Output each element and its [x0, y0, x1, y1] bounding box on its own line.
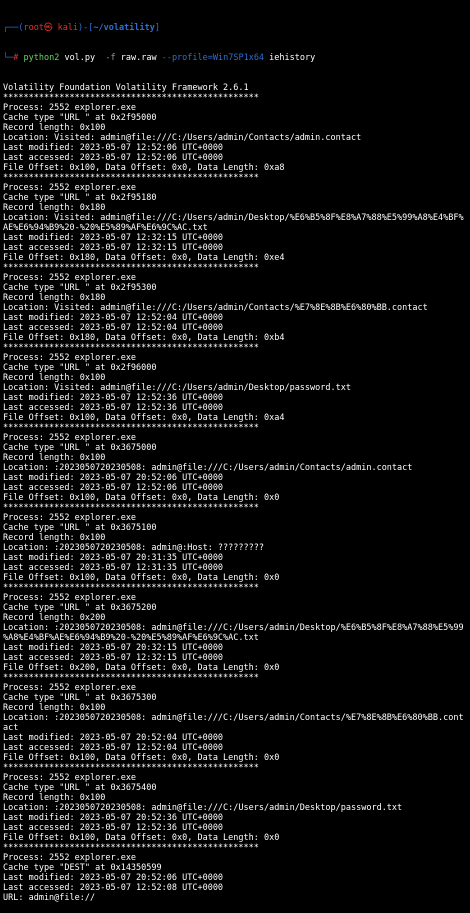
output-line: Cache type "URL " at 0x2f95300 [3, 283, 157, 293]
output-line: ****************************************… [3, 173, 259, 183]
prompt-separator: )-[ [78, 23, 94, 33]
output-line: Process: 2552 explorer.exe [3, 593, 137, 603]
output-line: Record length: 0x180 [3, 293, 106, 303]
output-line: Process: 2552 explorer.exe [3, 773, 137, 783]
output-line: %A8%E4%BF%AE%E6%94%B9%20-%20%E5%89%AF%E6… [3, 633, 259, 643]
output-line: Volatility Foundation Volatility Framewo… [3, 83, 249, 93]
prompt-frame-top: ┌──( [3, 23, 24, 33]
output-line: URL: admin@file:// [3, 893, 96, 903]
output-line: act [3, 723, 19, 733]
output-line: Cache type "URL " at 0x2f95180 [3, 193, 157, 203]
prompt-cwd: ~/volatility [93, 23, 155, 33]
output-line: ****************************************… [3, 583, 259, 593]
output-line: Location: Visited: admin@file:///C:/User… [3, 303, 428, 313]
output-line: Last accessed: 2023-05-07 12:31:35 UTC+0… [3, 563, 224, 573]
output-line: Location: Visited: admin@file:///C:/User… [3, 213, 464, 223]
output-line: Location: :2023050720230508: admin@file:… [3, 713, 464, 723]
output-line: Last accessed: 2023-05-07 12:52:36 UTC+0… [3, 403, 224, 413]
output-line: Last modified: 2023-05-07 12:52:06 UTC+0… [3, 143, 224, 153]
root-hash-symbol: # [13, 53, 19, 63]
output-line: Cache type "URL " at 0x3675100 [3, 523, 157, 533]
output-line: Process: 2552 explorer.exe [3, 853, 137, 863]
output-line: Cache type "URL " at 0x3675000 [3, 443, 157, 453]
command-python: python2 [23, 53, 60, 63]
output-line: Process: 2552 explorer.exe [3, 183, 137, 193]
output-line: ****************************************… [3, 673, 259, 683]
output-line: File Offset: 0x180, Data Offset: 0x0, Da… [3, 333, 285, 343]
output-line: Location: :2023050720230508: admin@file:… [3, 803, 403, 813]
terminal-window[interactable]: ┌──(root㉿ kali)-[~/volatility] └─# pytho… [3, 3, 470, 913]
output-line: File Offset: 0x100, Data Offset: 0x0, Da… [3, 493, 280, 503]
output-line: File Offset: 0x180, Data Offset: 0x0, Da… [3, 253, 285, 263]
output-line: ****************************************… [3, 843, 259, 853]
output-line: Cache type "DEST" at 0x14350599 [3, 863, 162, 873]
output-line: Record length: 0x100 [3, 533, 106, 543]
output-line: Last modified: 2023-05-07 12:52:04 UTC+0… [3, 313, 224, 323]
output-line: ****************************************… [3, 503, 259, 513]
output-line: Process: 2552 explorer.exe [3, 103, 137, 113]
output-line: Cache type "URL " at 0x3675300 [3, 693, 157, 703]
output-line: Last accessed: 2023-05-07 12:52:36 UTC+0… [3, 823, 224, 833]
output-line: Location: :2023050720230508: admin@:Host… [3, 543, 264, 553]
output-line: Process: 2552 explorer.exe [3, 683, 137, 693]
command-plugin: iehistory [264, 53, 316, 63]
output-line: Last modified: 2023-05-07 20:52:36 UTC+0… [3, 813, 224, 823]
output-line: File Offset: 0x100, Data Offset: 0x0, Da… [3, 833, 280, 843]
command-profile: --profile=Win7SP1x64 [161, 53, 265, 63]
output-line: Last accessed: 2023-05-07 12:52:06 UTC+0… [3, 153, 224, 163]
output-line: File Offset: 0x100, Data Offset: 0x0, Da… [3, 413, 285, 423]
output-line: File Offset: 0x200, Data Offset: 0x0, Da… [3, 663, 280, 673]
prompt-frame-bottom: └─ [3, 53, 14, 63]
output-line: ****************************************… [3, 263, 259, 273]
output-line: Last modified: 2023-05-07 20:31:35 UTC+0… [3, 553, 224, 563]
output-line: Last accessed: 2023-05-07 12:52:06 UTC+0… [3, 483, 224, 493]
output-line: Record length: 0x100 [3, 453, 106, 463]
output-line: Cache type "URL " at 0x2f96000 [3, 363, 157, 373]
command-line[interactable]: └─# python2 vol.py -f raw.raw --profile=… [3, 53, 470, 63]
output-line: Last accessed: 2023-05-07 12:52:08 UTC+0… [3, 883, 224, 893]
output-line: Location: Visited: admin@file:///C:/User… [3, 383, 351, 393]
output-line: Cache type "URL " at 0x2f95000 [3, 113, 157, 123]
output-line: Process: 2552 explorer.exe [3, 513, 137, 523]
output-line: Last accessed: 2023-05-07 12:32:15 UTC+0… [3, 653, 224, 663]
output-line: Last modified: 2023-05-07 12:52:36 UTC+0… [3, 393, 224, 403]
output-line: Location: :2023050720230508: admin@file:… [3, 623, 464, 633]
command-script: vol.py [59, 53, 106, 63]
output-line: Location: Visited: admin@file:///C:/User… [3, 133, 362, 143]
output-line: ****************************************… [3, 763, 259, 773]
output-line: Last modified: 2023-05-07 20:32:15 UTC+0… [3, 643, 224, 653]
output-line: Last modified: 2023-05-07 20:52:04 UTC+0… [3, 733, 224, 743]
output-line: ****************************************… [3, 93, 259, 103]
output-line: ****************************************… [3, 343, 259, 353]
prompt-user-host: root㉿ kali [23, 23, 79, 33]
output-line: Last accessed: 2023-05-07 12:52:04 UTC+0… [3, 743, 224, 753]
output-line: Record length: 0x100 [3, 373, 106, 383]
output-line: Last accessed: 2023-05-07 12:52:04 UTC+0… [3, 323, 224, 333]
output-line: Last modified: 2023-05-07 20:52:06 UTC+0… [3, 473, 224, 483]
output-line: Process: 2552 explorer.exe [3, 273, 137, 283]
output-line: Last modified: 2023-05-07 12:32:15 UTC+0… [3, 233, 224, 243]
output-line: Record length: 0x100 [3, 123, 106, 133]
command-file: raw.raw [115, 53, 162, 63]
command-flag-f: -f [105, 53, 116, 63]
output-line: Record length: 0x200 [3, 613, 106, 623]
output-line: Cache type "URL " at 0x3675200 [3, 603, 157, 613]
output-line: ****************************************… [3, 423, 259, 433]
output-line: File Offset: 0x100, Data Offset: 0x0, Da… [3, 163, 285, 173]
prompt-close-bracket: ] [154, 23, 160, 33]
output-line: Process: 2552 explorer.exe [3, 433, 137, 443]
output-line: AE%E6%94%B9%20-%20%E5%89%AF%E6%9C%AC.txt [3, 223, 208, 233]
command-output: Volatility Foundation Volatility Framewo… [3, 83, 470, 903]
output-line: Last modified: 2023-05-07 20:52:06 UTC+0… [3, 873, 224, 883]
output-line: Record length: 0x100 [3, 793, 106, 803]
output-line: Cache type "URL " at 0x3675400 [3, 783, 157, 793]
output-line: File Offset: 0x100, Data Offset: 0x0, Da… [3, 573, 280, 583]
output-line: Record length: 0x180 [3, 203, 106, 213]
output-line: Last accessed: 2023-05-07 12:32:15 UTC+0… [3, 243, 224, 253]
prompt-line-top: ┌──(root㉿ kali)-[~/volatility] [3, 23, 470, 33]
output-line: Record length: 0x100 [3, 703, 106, 713]
output-line: File Offset: 0x100, Data Offset: 0x0, Da… [3, 753, 280, 763]
output-line: Process: 2552 explorer.exe [3, 353, 137, 363]
output-line: Location: :2023050720230508: admin@file:… [3, 463, 413, 473]
